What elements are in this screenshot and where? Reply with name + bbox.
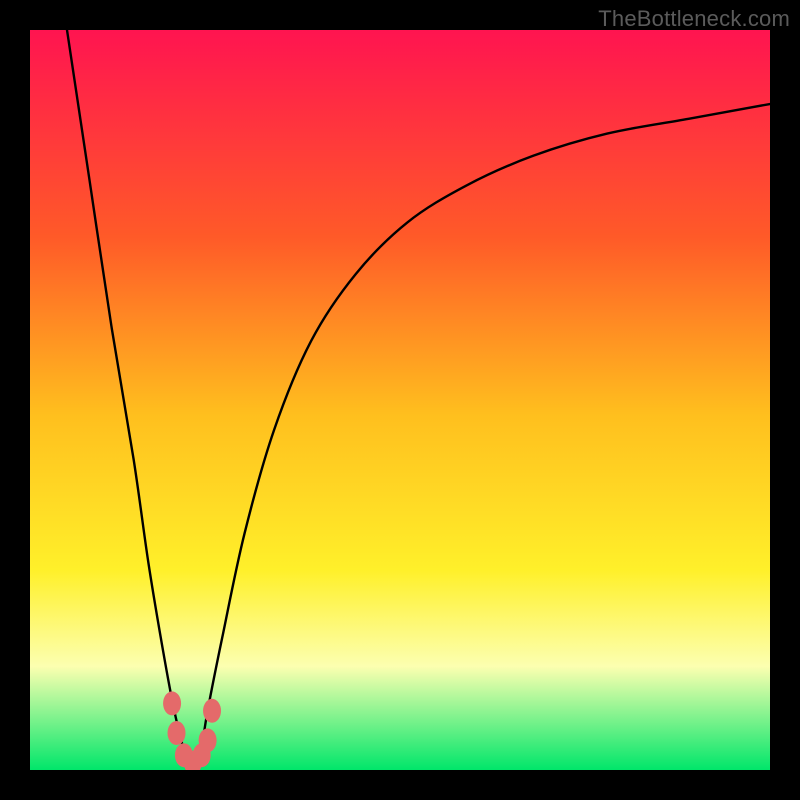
- curve-marker: [163, 691, 181, 715]
- chart-frame: TheBottleneck.com: [0, 0, 800, 800]
- curve-marker: [199, 728, 217, 752]
- gradient-background: [30, 30, 770, 770]
- plot-area: [30, 30, 770, 770]
- curve-marker: [168, 721, 186, 745]
- watermark-text: TheBottleneck.com: [598, 6, 790, 32]
- chart-svg: [30, 30, 770, 770]
- curve-marker: [203, 699, 221, 723]
